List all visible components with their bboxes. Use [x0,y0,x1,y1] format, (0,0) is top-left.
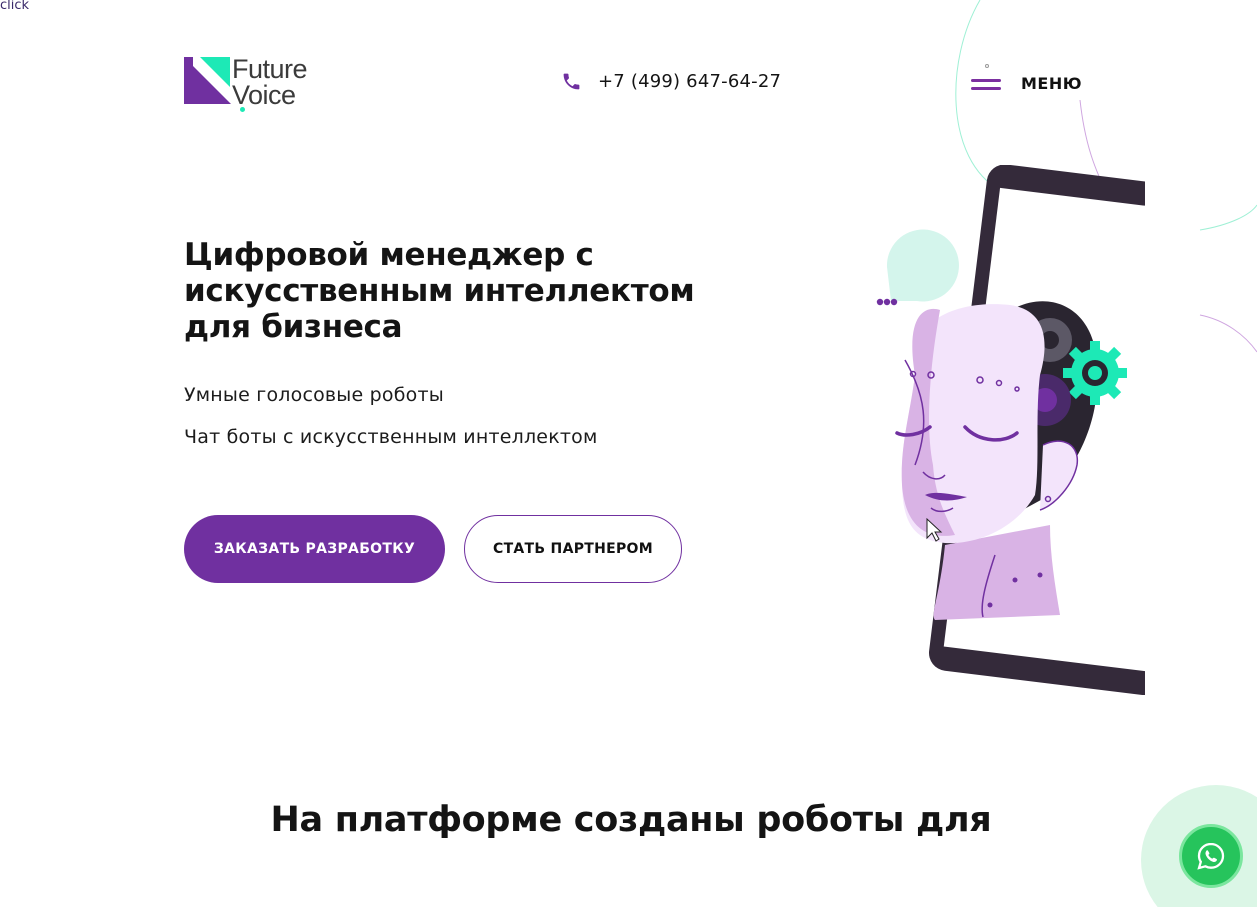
whatsapp-icon [1197,842,1225,870]
brand-line-2: Voice [232,80,307,112]
phone-icon [563,73,580,90]
hamburger-dot [985,64,989,68]
debug-click-label: click [0,0,30,13]
hamburger-line [971,79,1001,82]
section-title: На платформе созданы роботы для [270,800,992,840]
order-development-button[interactable]: ЗАКАЗАТЬ РАЗРАБОТКУ [184,515,445,583]
menu-label: МЕНЮ [1021,74,1083,93]
whatsapp-button[interactable] [1179,824,1243,888]
phone-link[interactable]: +7 (499) 647-64-27 [561,71,781,92]
hero-subtitle-voice: Умные голосовые роботы [184,384,444,406]
robot-phone-illustration [876,165,1145,695]
brand-dot [240,107,245,112]
hamburger-line [971,87,1001,90]
menu-button[interactable]: МЕНЮ [970,62,1082,93]
phone-number: +7 (499) 647-64-27 [598,71,782,92]
hero-title: Цифровой менеджер с искусственным интелл… [184,237,695,345]
hero-subtitle-chatbot: Чат боты с искусственным интеллектом [184,426,598,448]
brand-line-1: Future [232,54,308,84]
brand-line-2-text: Voice [232,80,296,110]
brand-logo-text: Future Voice [232,54,308,112]
become-partner-button[interactable]: СТАТЬ ПАРТНЕРОМ [464,515,682,583]
hamburger-icon [970,64,1001,91]
